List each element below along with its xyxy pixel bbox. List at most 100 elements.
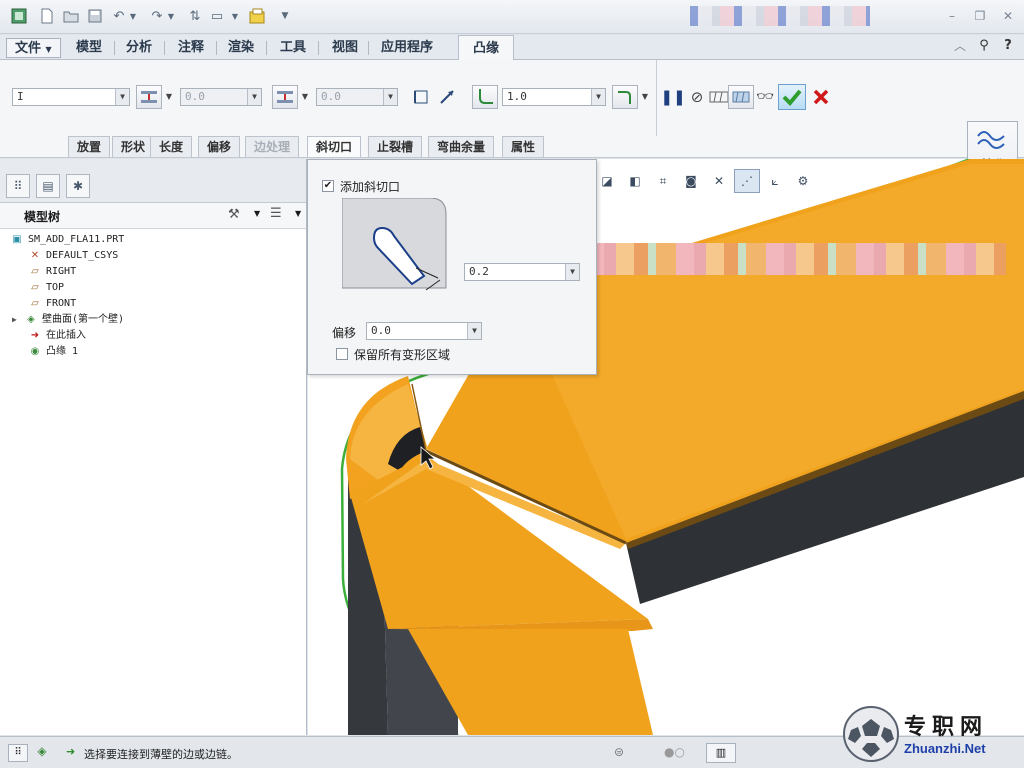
cancel-button[interactable]: [808, 85, 834, 109]
watermark-site: Zhuanzhi.Net: [904, 741, 986, 756]
subtab-properties[interactable]: 属性: [502, 136, 545, 157]
annotation-display-icon[interactable]: ⌗: [650, 169, 676, 193]
confirm-button[interactable]: [778, 84, 806, 110]
regenerate-icon[interactable]: ⇅: [186, 7, 204, 25]
tree-item-csys[interactable]: ✕ DEFAULT_CSYS: [28, 248, 118, 264]
tree-settings-icon[interactable]: ⚒: [228, 207, 240, 222]
tree-item-part[interactable]: ▣ SM_ADD_FLA11.PRT: [10, 232, 124, 248]
subtab-bend-allowance[interactable]: 弯曲余量: [428, 136, 495, 157]
customize-toolbar-icon[interactable]: ▼: [276, 7, 294, 25]
length-type-button[interactable]: [272, 85, 298, 109]
subtab-relief-slot[interactable]: 止裂槽: [368, 136, 423, 157]
message-arrow-icon: ➜: [66, 745, 76, 758]
rebuild-icon[interactable]: ⊜: [614, 745, 624, 759]
tree-settings-dropdown-icon[interactable]: ▼: [254, 209, 260, 218]
tab-tools[interactable]: 工具: [272, 38, 314, 58]
flip-side-icon[interactable]: [408, 85, 434, 109]
tab-applications[interactable]: 应用程序: [373, 38, 441, 58]
add-relief-checkbox[interactable]: ✔: [322, 180, 334, 192]
saved-orientations-icon[interactable]: ◙: [678, 169, 704, 193]
csys-display-icon[interactable]: ⟀: [762, 169, 788, 193]
tab-annotate[interactable]: 注释: [170, 38, 212, 58]
tree-item-wall[interactable]: ▶ ◈ 壁曲面(第一个壁): [12, 312, 124, 328]
relief-width-field[interactable]: 0.2 ▼: [464, 263, 580, 281]
title-bar: ↶ ▼ ↷ ▼ ⇅ ▭ ▼ ▼ – ❐ ✕: [0, 0, 1024, 34]
bend-radius-type-button[interactable]: [472, 85, 498, 109]
tree-item-top[interactable]: ▱ TOP: [28, 280, 64, 296]
tree-item-flange[interactable]: ◉ 凸缘 1: [28, 344, 78, 360]
radius-side-button[interactable]: [612, 85, 638, 109]
smart-filter-icon[interactable]: ▥: [706, 743, 736, 763]
open-folder-icon[interactable]: [62, 7, 80, 25]
subtab-relief[interactable]: 斜切口: [307, 136, 362, 157]
collapse-ribbon-icon[interactable]: ︿: [952, 39, 968, 53]
refit-icon[interactable]: ◪: [594, 169, 620, 193]
tab-view[interactable]: 视图: [324, 38, 366, 58]
close-window-icon[interactable]: [248, 7, 266, 25]
search-icon[interactable]: ⚲: [976, 39, 992, 53]
pause-icon[interactable]: ❚❚: [660, 85, 686, 109]
radius-side-dropdown-icon[interactable]: ▼: [640, 85, 650, 109]
redo-dropdown-icon[interactable]: ▼: [166, 7, 176, 25]
bend-radius-field[interactable]: 1.0 ▼: [502, 88, 606, 106]
offset-type-dropdown-icon[interactable]: ▼: [164, 85, 174, 109]
subtab-shape[interactable]: 形状: [112, 136, 155, 157]
help-icon[interactable]: ?: [1000, 39, 1016, 53]
file-menu[interactable]: 文件 ▼: [6, 38, 61, 58]
tree-item-label: 凸缘 1: [46, 346, 79, 357]
blurred-title: [690, 6, 870, 26]
expand-arrow-icon[interactable]: ▶: [12, 312, 24, 328]
subtab-length[interactable]: 长度: [150, 136, 193, 157]
model-tree-panel: ⠿ ▤ ✱ 模型树 ⚒ ▼ ☰ ▼ ▣ SM_ADD_FLA11.PRT ✕ DEF…: [0, 159, 307, 735]
tree-item-insert-here[interactable]: ➜ 在此插入: [28, 328, 86, 344]
close-icon[interactable]: ✕: [1000, 9, 1016, 23]
tree-item-label: 壁曲面(第一个壁): [42, 314, 125, 325]
length-type-dropdown-icon[interactable]: ▼: [300, 85, 310, 109]
show-browser-icon[interactable]: ◈: [32, 744, 52, 762]
glasses-icon[interactable]: 👓︎: [752, 85, 778, 109]
minimize-icon[interactable]: –: [944, 9, 960, 23]
display-style-icon[interactable]: ◧: [622, 169, 648, 193]
folder-browser-tab-icon[interactable]: ▤: [36, 174, 60, 198]
tree-item-label: DEFAULT_CSYS: [46, 250, 119, 261]
offset-type-button[interactable]: [136, 85, 162, 109]
shape-type-dropdown[interactable]: I ▼: [12, 88, 130, 106]
undo-icon[interactable]: ↶: [110, 7, 128, 25]
ribbon-divider: [656, 60, 657, 136]
watermark-logo: 专职网 Zhuanzhi.Net: [842, 703, 1024, 765]
offset-field[interactable]: 0.0 ▼: [366, 322, 482, 340]
redo-icon[interactable]: ↷: [148, 7, 166, 25]
windows-icon[interactable]: ▭: [208, 7, 226, 25]
csys-icon: ✕: [30, 250, 40, 261]
subtab-offset[interactable]: 偏移: [198, 136, 241, 157]
tab-analysis[interactable]: 分析: [118, 38, 160, 58]
datum-display-icon[interactable]: ✕: [706, 169, 732, 193]
windows-dropdown-icon[interactable]: ▼: [230, 7, 240, 25]
point-display-icon[interactable]: ⋰: [734, 169, 760, 193]
football-logo-icon: [843, 706, 899, 762]
tab-model[interactable]: 模型: [68, 38, 110, 58]
spin-center-icon[interactable]: ⚙: [790, 169, 816, 193]
tab-render[interactable]: 渲染: [220, 38, 262, 58]
tab-flange[interactable]: 凸缘: [458, 35, 515, 60]
show-navigator-icon[interactable]: ⠿: [8, 744, 28, 762]
offset-label: 偏移: [332, 326, 357, 340]
save-icon[interactable]: [86, 7, 104, 25]
show-dropdown-icon[interactable]: ▼: [295, 209, 301, 218]
show-menu-icon[interactable]: ☰: [270, 206, 282, 221]
new-file-icon[interactable]: [38, 7, 56, 25]
verify-preview-icon[interactable]: [728, 85, 754, 109]
undo-dropdown-icon[interactable]: ▼: [128, 7, 138, 25]
favorites-tab-icon[interactable]: ✱: [66, 174, 90, 198]
tree-item-front[interactable]: ▱ FRONT: [28, 296, 76, 312]
tab-divider: [216, 41, 217, 55]
keep-deform-checkbox[interactable]: [336, 348, 348, 360]
tree-item-label: TOP: [46, 282, 65, 293]
restore-icon[interactable]: ❐: [972, 9, 988, 23]
length-2-field: 0.0 ▼: [316, 88, 398, 106]
tree-item-right[interactable]: ▱ RIGHT: [28, 264, 76, 280]
subtab-placement[interactable]: 放置: [68, 136, 111, 157]
flip-direction-icon[interactable]: [434, 85, 460, 109]
model-tree-tab-icon[interactable]: ⠿: [6, 174, 30, 198]
subtab-edge-treatment: 边处理: [245, 136, 300, 157]
